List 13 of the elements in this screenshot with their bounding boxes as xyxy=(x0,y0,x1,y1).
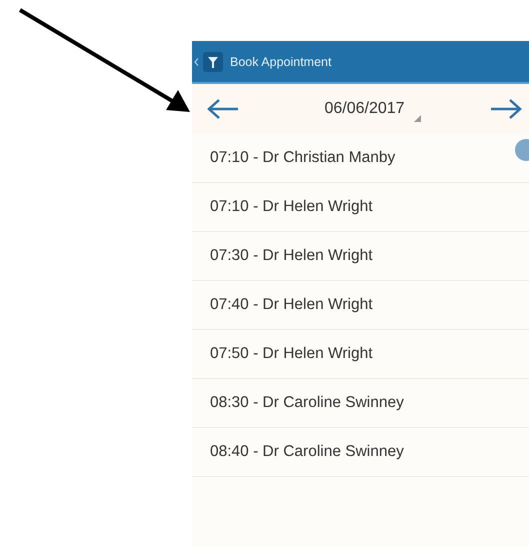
appointment-item[interactable]: 07:40 - Dr Helen Wright xyxy=(192,281,529,330)
app-logo-icon xyxy=(203,52,223,72)
appointment-item[interactable]: 07:50 - Dr Helen Wright xyxy=(192,330,529,379)
date-field[interactable]: 06/06/2017 xyxy=(304,96,424,122)
appointment-item[interactable]: 07:30 - Dr Helen Wright xyxy=(192,232,529,281)
back-icon[interactable] xyxy=(194,58,199,66)
appointment-item[interactable]: 08:30 - Dr Caroline Swinney xyxy=(192,379,529,428)
dropdown-corner-icon xyxy=(414,115,420,122)
screen-title: Book Appointment xyxy=(230,54,332,68)
next-day-button[interactable] xyxy=(489,97,523,121)
previous-day-button[interactable] xyxy=(206,97,240,121)
appointment-item[interactable]: 08:40 - Dr Caroline Swinney xyxy=(192,428,529,477)
appointment-item[interactable]: 07:10 - Dr Helen Wright xyxy=(192,183,529,232)
